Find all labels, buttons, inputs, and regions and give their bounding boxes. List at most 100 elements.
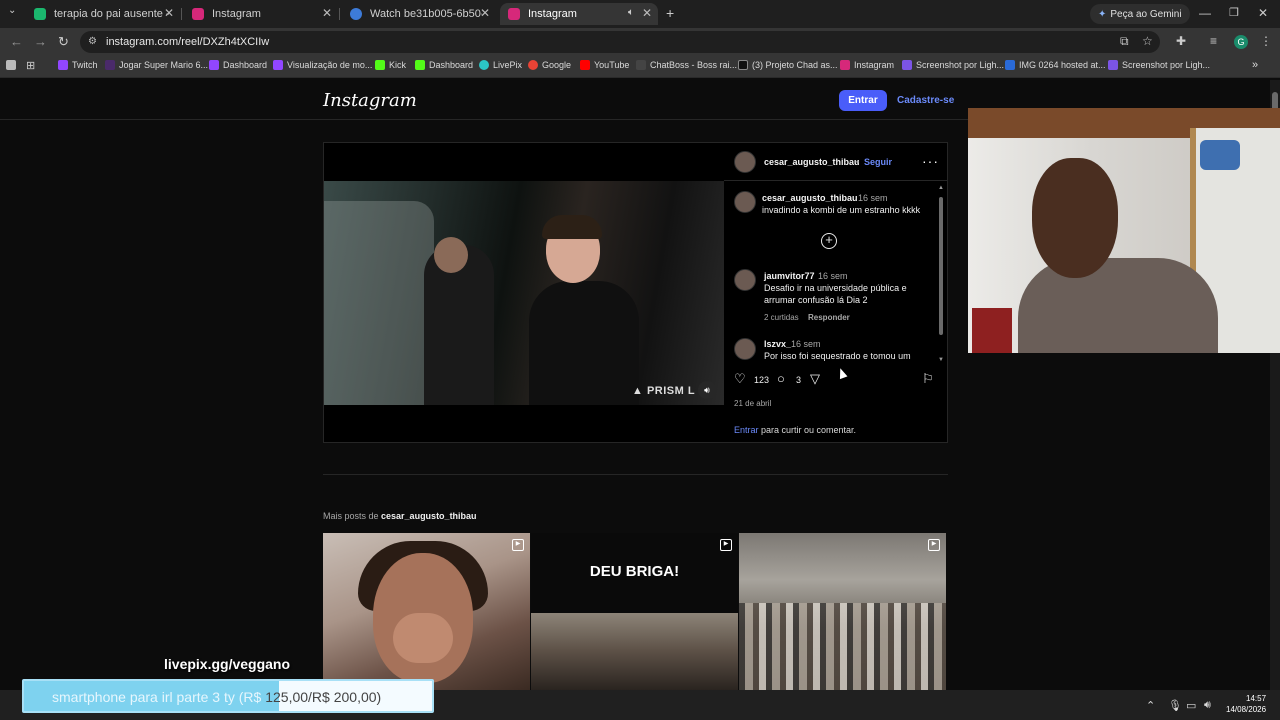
bookmark-twitch[interactable]: Twitch [58,60,98,70]
tab-watch[interactable]: Watch be31b005-6b50-4225-8 ✕ [342,3,496,25]
login-button[interactable]: Entrar [839,90,887,111]
close-tab-icon[interactable]: ✕ [642,6,652,20]
post-sidebar: cesar_augusto_thibau • Seguir ··· cesar_… [724,143,948,442]
volume-icon[interactable]: 🔊︎ [1204,699,1211,712]
comments-scrollbar[interactable]: ▲ ▼ [938,185,944,363]
heart-icon[interactable]: ♡ [734,371,746,387]
grid-post[interactable]: DEU BRIGA! ▶ [531,533,738,690]
bookmark-screenshot-1[interactable]: Screenshot por Ligh... [902,60,1004,70]
menu-kebab-icon[interactable]: ⋮ [1260,34,1272,48]
instagram-logo[interactable]: Instagram [323,90,417,111]
more-options-icon[interactable]: ··· [922,153,939,169]
system-clock[interactable]: 14:57 14/08/2026 [1226,693,1266,715]
bookmark-dashboard-twitch[interactable]: Dashboard [209,60,267,70]
bookmark-youtube[interactable]: YouTube [580,60,629,70]
grid-post[interactable]: ▶ [323,533,530,690]
bookmark-dashboard-kick[interactable]: Dashboard [415,60,473,70]
tab-instagram-active[interactable]: Instagram 🔈︎ ✕ [500,3,658,25]
like-count: 123 [754,375,770,385]
bookmark-visualizacao[interactable]: Visualização de mo... [273,60,372,70]
comment-username[interactable]: jaumvitor77 [764,271,815,281]
restore-icon[interactable]: ❐ [1229,6,1239,19]
section-divider [323,474,948,475]
install-app-icon[interactable]: ⧉ [1120,34,1129,49]
thumbnail-hand-shape [393,613,453,663]
bookmark-kick[interactable]: Kick [375,60,406,70]
media-controls-icon[interactable]: ≡ [1210,34,1217,48]
minimize-icon[interactable]: — [1199,6,1211,20]
login-prompt: Entrar para curtir ou comentar. [734,425,856,435]
goal-text-part-a: smartphone para irl parte 3 ty (R$ [52,689,266,705]
bookmark-chatboss[interactable]: ChatBoss - Boss rai... [636,60,737,70]
tab-divider [339,8,340,20]
load-more-comments-icon[interactable]: + [821,233,837,249]
forward-icon[interactable]: → [34,34,47,49]
bookmark-img-0264[interactable]: IMG 0264 hosted at... [1005,60,1106,70]
person-left-head [434,237,468,273]
instagram-favicon-icon [508,8,520,20]
profile-avatar[interactable]: G [1234,35,1248,49]
twitch-icon [58,60,68,70]
reply-button[interactable]: Responder [808,313,850,322]
tab-imgur[interactable]: terapia do pai ausente - Imgur ✕ [26,3,180,25]
bookmark-screenshot-2[interactable]: Screenshot por Ligh... [1108,60,1210,70]
caption-username[interactable]: cesar_augusto_thibau [762,193,858,203]
new-tab-button[interactable]: + [666,5,674,21]
reel-icon: ▶ [720,539,732,551]
save-bookmark-icon[interactable]: ⚐ [922,371,934,387]
tab-instagram-1[interactable]: Instagram ✕ [184,3,338,25]
grid-post[interactable]: ▶ [739,533,946,690]
tray-chevron-icon[interactable]: ⌃ [1146,699,1155,712]
bookmarks-overflow-icon[interactable]: » [1252,59,1258,71]
mute-toggle-icon[interactable]: 🔊︎ [698,381,716,399]
close-tab-icon[interactable]: ✕ [480,6,490,20]
comment-likes[interactable]: 2 curtidas [764,313,799,322]
site-info-icon[interactable]: ⚙ [88,36,97,47]
goal-text: smartphone para irl parte 3 ty (R$ 125,0… [52,689,381,705]
tab-divider [181,8,182,20]
scroll-up-icon[interactable]: ▲ [938,185,944,191]
back-icon[interactable]: ← [10,34,23,49]
url-input[interactable]: ⚙ instagram.com/reel/DXZh4tXCIIw [80,31,1160,53]
comment-avatar[interactable] [734,269,756,291]
share-icon[interactable]: ▽ [810,371,820,387]
bookmark-livepix[interactable]: LivePix [479,60,522,70]
login-prompt-link[interactable]: Entrar [734,425,759,435]
caption-avatar[interactable] [734,191,756,213]
follow-button[interactable]: Seguir [864,157,892,167]
author-avatar[interactable] [734,151,756,173]
youtube-icon [580,60,590,70]
bookmark-star-icon[interactable]: ☆ [1142,34,1153,48]
kick-icon [375,60,385,70]
close-window-icon[interactable]: ✕ [1258,6,1268,20]
more-posts-title: Mais posts de cesar_augusto_thibau [323,511,477,521]
author-username[interactable]: cesar_augusto_thibau [764,157,860,167]
extensions-icon[interactable]: ✚ [1176,34,1186,48]
bookmark-google[interactable]: Google [528,60,571,70]
more-posts-username[interactable]: cesar_augusto_thibau [381,511,477,521]
comments-scroll-thumb[interactable] [939,197,943,335]
comment-icon[interactable]: ○ [777,371,785,386]
grid-icon[interactable]: ⊞ [26,59,35,72]
bookmark-mario[interactable]: Jogar Super Mario 6... [105,60,208,70]
close-tab-icon[interactable]: ✕ [322,6,332,20]
apps-icon[interactable] [6,60,16,70]
tab-search-icon[interactable]: ⌄ [8,5,16,16]
scroll-down-icon[interactable]: ▼ [938,357,944,363]
post-date: 21 de abril [734,399,772,408]
bookmark-projeto-chad[interactable]: (3) Projeto Chad as... [738,60,838,70]
bookmark-instagram[interactable]: Instagram [840,60,894,70]
livepix-icon [479,60,489,70]
signup-link[interactable]: Cadastre-se [897,95,954,106]
close-tab-icon[interactable]: ✕ [164,6,174,20]
display-icon[interactable]: ▭ [1186,699,1196,712]
speaker-icon[interactable]: 🔈︎ [628,7,634,18]
reel-video-player[interactable]: ▲ PRISM L 🔊︎ [324,143,724,442]
microphone-icon[interactable]: 🎙︎ [1168,699,1182,712]
reload-icon[interactable]: ↻ [58,34,69,50]
comment-username[interactable]: lszvx_ [764,339,791,349]
gemini-button[interactable]: ✦ Peça ao Gemini [1090,4,1190,24]
comment-avatar[interactable] [734,338,756,360]
bookmarks-bar: ⊞ Twitch Jogar Super Mario 6... Dashboar… [0,56,1280,78]
comment-time: 16 sem [818,271,848,281]
